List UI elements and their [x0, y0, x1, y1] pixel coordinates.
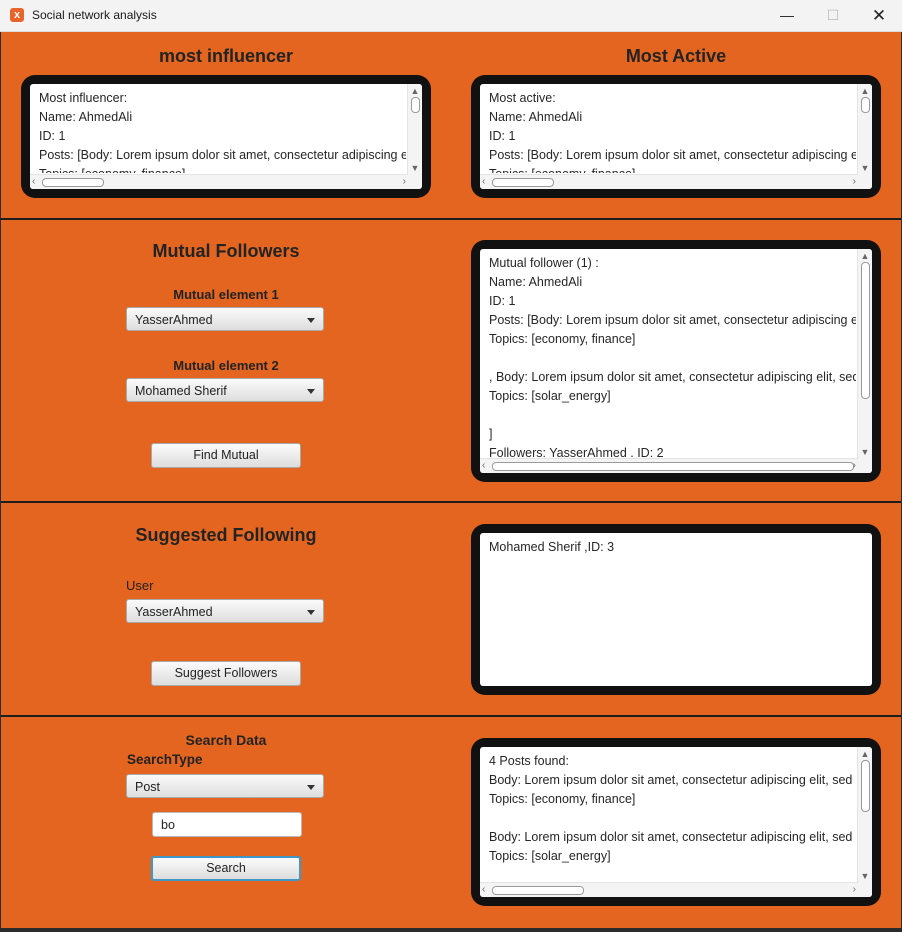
search-input[interactable]	[152, 812, 302, 837]
scroll-thumb[interactable]	[861, 262, 870, 399]
find-mutual-button[interactable]: Find Mutual	[151, 443, 301, 468]
influencer-text: Most influencer: Name: AhmedAli ID: 1 Po…	[39, 91, 406, 173]
app-logo-icon: x	[10, 8, 24, 22]
search-heading: Search Data	[185, 732, 267, 748]
mutual-element1-value: YasserAhmed	[135, 313, 213, 327]
suggest-user-select[interactable]: YasserAhmed	[126, 599, 324, 623]
search-button[interactable]: Search	[151, 856, 301, 881]
scroll-down-icon[interactable]: ▼	[408, 163, 422, 173]
scroll-thumb[interactable]	[492, 462, 854, 471]
scroll-right-icon[interactable]: ›	[853, 175, 856, 189]
horizontal-scrollbar[interactable]: ‹ ›	[480, 458, 858, 473]
maximize-icon[interactable]: ☐	[810, 0, 856, 31]
chevron-down-icon	[307, 610, 315, 615]
mutual-result-frame: Mutual follower (1) : Name: AhmedAli ID:…	[471, 240, 881, 482]
window-bottom-edge	[0, 928, 902, 932]
scroll-thumb[interactable]	[42, 178, 104, 187]
scroll-left-icon[interactable]: ‹	[482, 459, 485, 473]
mutual-result-textarea[interactable]: Mutual follower (1) : Name: AhmedAli ID:…	[480, 249, 872, 473]
minimize-icon[interactable]: —	[764, 0, 810, 31]
search-result-frame: 4 Posts found: Body: Lorem ipsum dolor s…	[471, 738, 881, 906]
scroll-up-icon[interactable]: ▲	[858, 749, 872, 759]
search-result-textarea[interactable]: 4 Posts found: Body: Lorem ipsum dolor s…	[480, 747, 872, 897]
mutual-element1-select[interactable]: YasserAhmed	[126, 307, 324, 331]
suggest-followers-button[interactable]: Suggest Followers	[151, 661, 301, 686]
suggest-result-frame: Mohamed Sherif ,ID: 3	[471, 524, 881, 695]
scroll-thumb[interactable]	[861, 760, 870, 812]
search-type-label: SearchType	[127, 752, 203, 767]
scroll-up-icon[interactable]: ▲	[858, 251, 872, 261]
scroll-thumb[interactable]	[492, 178, 554, 187]
scroll-thumb[interactable]	[411, 97, 420, 113]
scroll-right-icon[interactable]: ›	[853, 459, 856, 473]
chevron-down-icon	[307, 785, 315, 790]
scroll-right-icon[interactable]: ›	[403, 175, 406, 189]
vertical-scrollbar[interactable]: ▲ ▼	[857, 249, 872, 459]
suggest-user-label: User	[126, 578, 154, 593]
scroll-thumb[interactable]	[861, 97, 870, 113]
mutual-element2-value: Mohamed Sherif	[135, 384, 227, 398]
active-textarea[interactable]: Most active: Name: AhmedAli ID: 1 Posts:…	[480, 84, 872, 189]
suggest-heading: Suggested Following	[135, 525, 317, 545]
window-title: Social network analysis	[32, 8, 157, 22]
close-icon[interactable]: ✕	[856, 0, 902, 31]
horizontal-scrollbar[interactable]: ‹ ›	[480, 174, 858, 189]
mutual-heading: Mutual Followers	[152, 241, 300, 261]
active-text: Most active: Name: AhmedAli ID: 1 Posts:…	[489, 91, 856, 173]
mutual-element1-label: Mutual element 1	[173, 287, 279, 302]
horizontal-scrollbar[interactable]: ‹ ›	[30, 174, 408, 189]
search-result-text: 4 Posts found: Body: Lorem ipsum dolor s…	[489, 754, 856, 863]
scroll-left-icon[interactable]: ‹	[482, 883, 485, 897]
mutual-element2-label: Mutual element 2	[173, 358, 279, 373]
scroll-down-icon[interactable]: ▼	[858, 871, 872, 881]
active-heading: Most Active	[625, 46, 727, 66]
suggest-result-text: Mohamed Sherif ,ID: 3	[489, 540, 615, 554]
influencer-heading: most influencer	[158, 46, 294, 66]
section-divider	[1, 715, 901, 717]
influencer-textarea[interactable]: Most influencer: Name: AhmedAli ID: 1 Po…	[30, 84, 422, 189]
scroll-down-icon[interactable]: ▼	[858, 163, 872, 173]
window-titlebar: x Social network analysis — ☐ ✕	[0, 0, 902, 32]
scroll-left-icon[interactable]: ‹	[32, 175, 35, 189]
mutual-result-text: Mutual follower (1) : Name: AhmedAli ID:…	[489, 256, 856, 457]
mutual-element2-select[interactable]: Mohamed Sherif	[126, 378, 324, 402]
section-divider	[1, 218, 901, 220]
scroll-right-icon[interactable]: ›	[853, 883, 856, 897]
chevron-down-icon	[307, 318, 315, 323]
active-frame: Most active: Name: AhmedAli ID: 1 Posts:…	[471, 75, 881, 198]
main-content: most influencer Most Active Most influen…	[1, 32, 901, 928]
vertical-scrollbar[interactable]: ▲ ▼	[407, 84, 422, 175]
search-type-select[interactable]: Post	[126, 774, 324, 798]
scroll-down-icon[interactable]: ▼	[858, 447, 872, 457]
suggest-result-textarea[interactable]: Mohamed Sherif ,ID: 3	[480, 533, 872, 686]
scroll-left-icon[interactable]: ‹	[482, 175, 485, 189]
search-type-value: Post	[135, 780, 161, 794]
scroll-up-icon[interactable]: ▲	[858, 86, 872, 96]
influencer-frame: Most influencer: Name: AhmedAli ID: 1 Po…	[21, 75, 431, 198]
suggest-user-value: YasserAhmed	[135, 605, 213, 619]
vertical-scrollbar[interactable]: ▲ ▼	[857, 747, 872, 883]
chevron-down-icon	[307, 389, 315, 394]
horizontal-scrollbar[interactable]: ‹ ›	[480, 882, 858, 897]
vertical-scrollbar[interactable]: ▲ ▼	[857, 84, 872, 175]
section-divider	[1, 501, 901, 503]
scroll-thumb[interactable]	[492, 886, 584, 895]
scroll-up-icon[interactable]: ▲	[408, 86, 422, 96]
